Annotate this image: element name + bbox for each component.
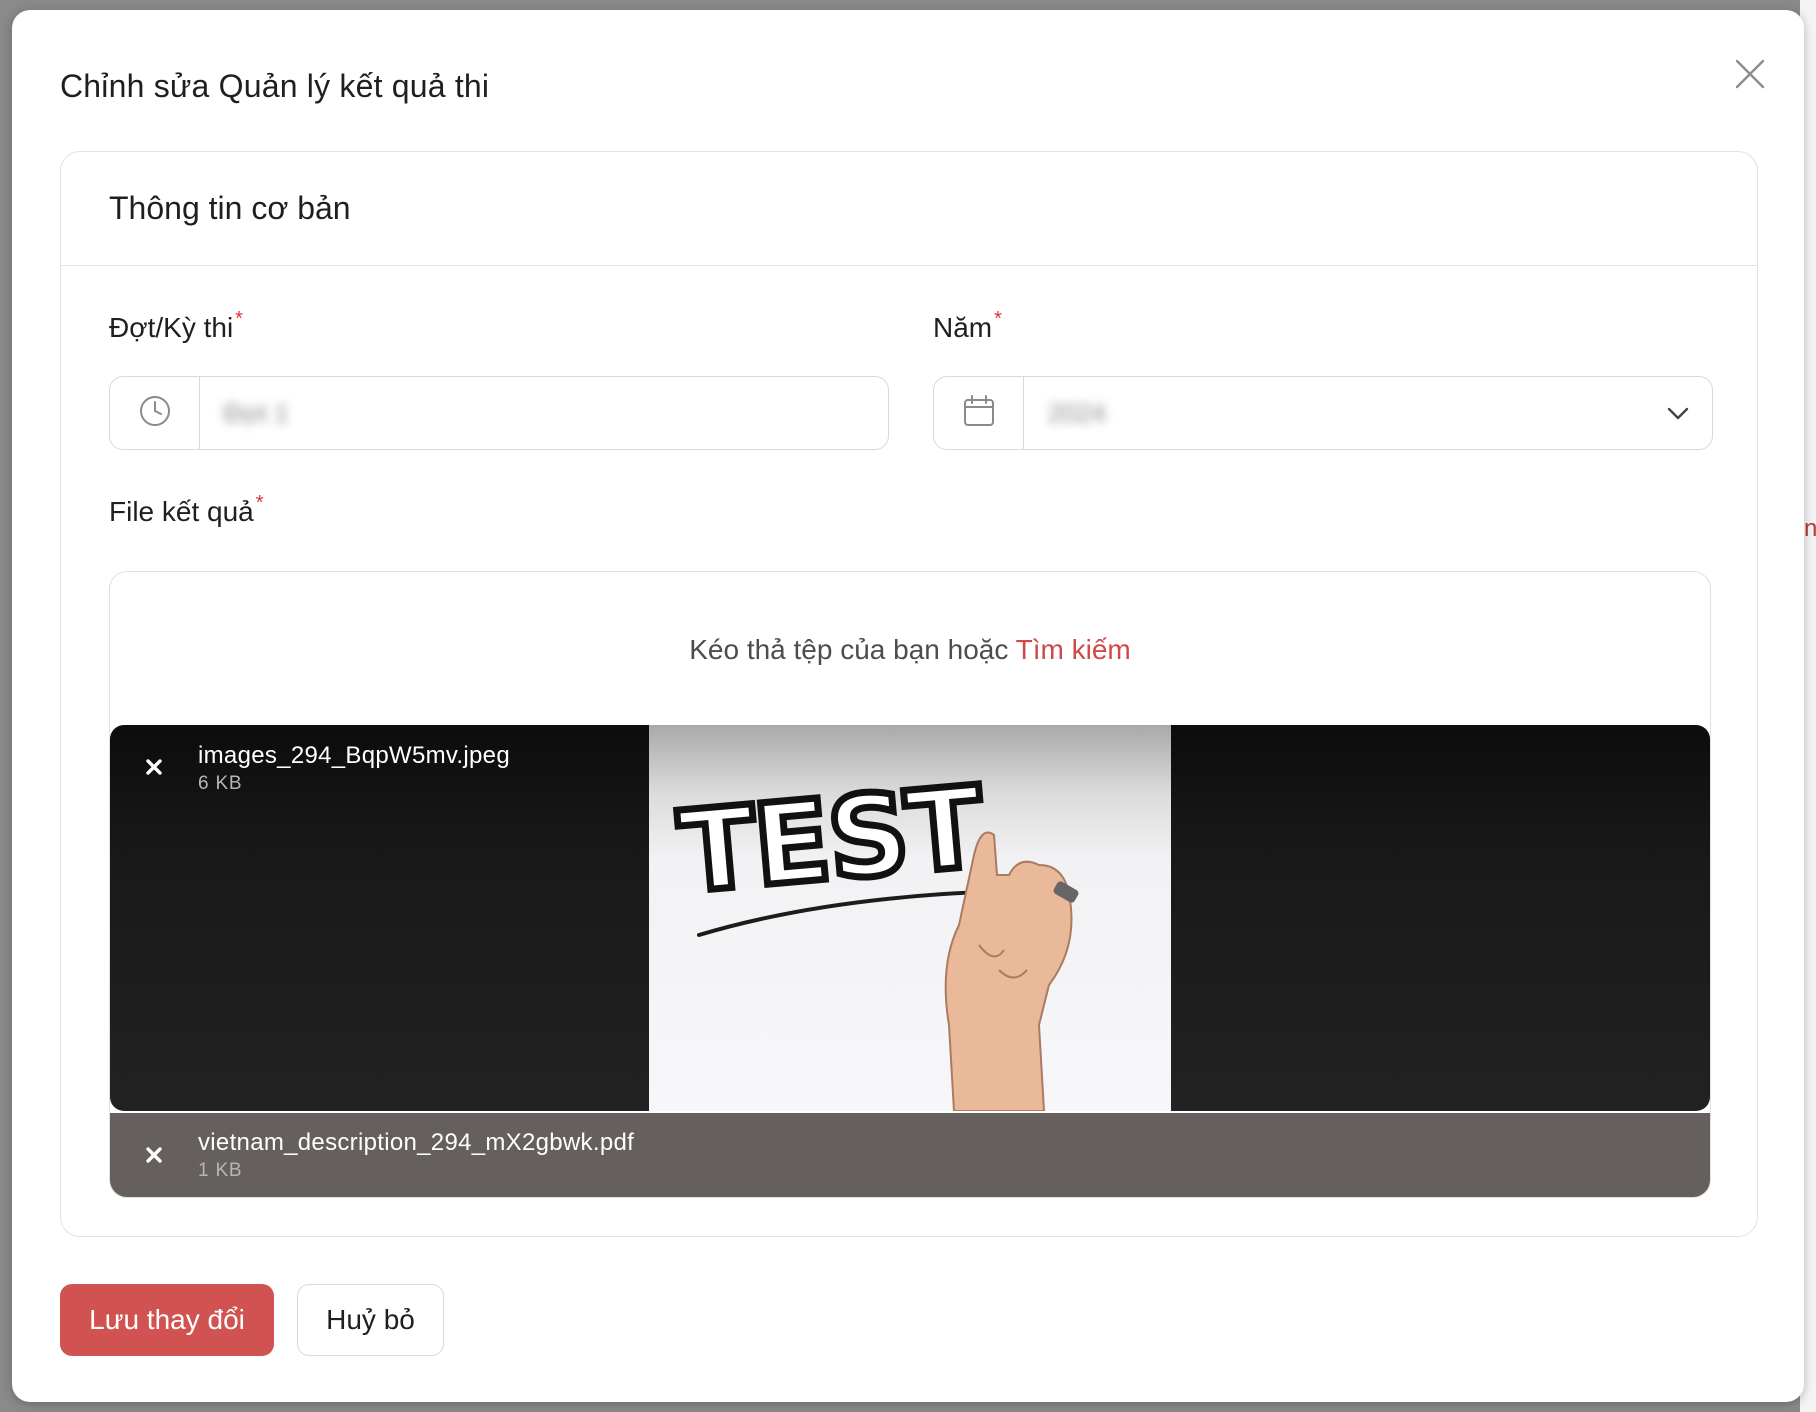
exam-period-input[interactable]: Đợt 1: [200, 377, 888, 449]
year-label: Năm *: [933, 308, 1002, 344]
exam-period-field[interactable]: Đợt 1: [109, 376, 889, 450]
remove-file-button[interactable]: [140, 1141, 168, 1169]
file-name: vietnam_description_294_mX2gbwk.pdf: [198, 1129, 635, 1156]
year-select[interactable]: 2024: [933, 376, 1713, 450]
file-item-pdf: vietnam_description_294_mX2gbwk.pdf 1 KB: [110, 1113, 1710, 1197]
required-mark: *: [994, 308, 1002, 330]
close-icon[interactable]: [1732, 56, 1768, 92]
test-image-illustration: TEST: [671, 759, 1079, 1111]
exam-period-label: Đợt/Kỳ thi *: [109, 308, 243, 344]
cancel-button[interactable]: Huỷ bỏ: [297, 1284, 444, 1356]
card-header: Thông tin cơ bản: [61, 152, 1757, 266]
year-addon: [934, 377, 1024, 449]
file-size: 6 KB: [198, 773, 243, 794]
edit-exam-result-modal: Chỉnh sửa Quản lý kết quả thi Thông tin …: [12, 10, 1804, 1402]
exam-period-addon: [110, 377, 200, 449]
file-dropzone[interactable]: Kéo thả tệp của bạn hoặc Tìm kiếm TEST i…: [109, 571, 1711, 1198]
modal-title: Chỉnh sửa Quản lý kết quả thi: [60, 68, 490, 104]
close-icon: [146, 759, 162, 775]
year-label-text: Năm: [933, 312, 993, 343]
basic-info-card: Thông tin cơ bản Đợt/Kỳ thi * Đợt 1 Năm *: [60, 151, 1758, 1237]
remove-file-button[interactable]: [140, 753, 168, 781]
file-name: images_294_BqpW5mv.jpeg: [198, 742, 510, 769]
required-mark: *: [235, 308, 243, 330]
calendar-icon: [961, 393, 997, 434]
exam-period-label-text: Đợt/Kỳ thi: [109, 312, 234, 343]
background-text-fragment: n: [1804, 515, 1816, 542]
clock-icon: [137, 393, 173, 434]
chevron-down-icon[interactable]: [1666, 403, 1690, 428]
file-size: 1 KB: [198, 1160, 243, 1181]
drop-hint-text: Kéo thả tệp của bạn hoặc: [689, 634, 1009, 665]
browse-link[interactable]: Tìm kiếm: [1016, 634, 1131, 665]
result-file-label: File kết quả *: [109, 492, 264, 528]
required-mark: *: [255, 492, 264, 514]
card-title: Thông tin cơ bản: [109, 190, 351, 226]
year-select-value-area[interactable]: 2024: [1024, 377, 1712, 449]
year-value: 2024: [1048, 397, 1106, 428]
drop-hint: Kéo thả tệp của bạn hoặc Tìm kiếm: [110, 634, 1710, 666]
save-button[interactable]: Lưu thay đổi: [60, 1284, 274, 1356]
image-preview: TEST: [649, 725, 1171, 1111]
close-icon: [146, 1147, 162, 1163]
result-file-label-text: File kết quả: [109, 496, 254, 527]
exam-period-value: Đợt 1: [224, 397, 289, 428]
file-item-image: TEST images_294_BqpW5mv.jpeg 6 KB: [110, 725, 1710, 1111]
